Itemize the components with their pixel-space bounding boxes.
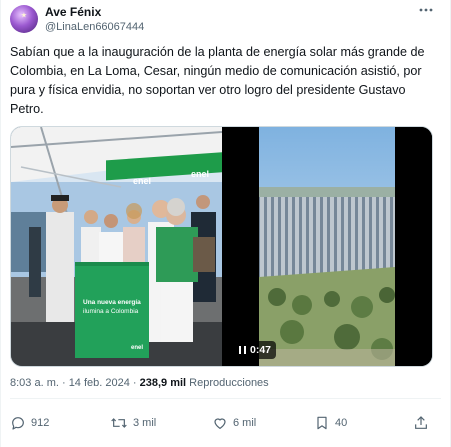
divider xyxy=(10,398,441,399)
solar-farm-video[interactable]: 0:47 xyxy=(222,127,432,366)
views-count: 238,9 mil xyxy=(139,377,187,389)
media-grid[interactable]: enel enel Una nueva energía ilumina a Co… xyxy=(10,126,433,367)
more-options-icon[interactable] xyxy=(418,2,434,18)
retweet-count: 3 mil xyxy=(133,417,157,429)
sign-brand: enel xyxy=(131,345,143,351)
reply-button[interactable]: 912 xyxy=(10,412,49,434)
video-thumbnail[interactable] xyxy=(222,127,432,366)
views-label: Reproducciones xyxy=(186,377,269,389)
author-name[interactable]: Ave Fénix xyxy=(45,5,101,19)
like-button[interactable]: 6 mil xyxy=(212,412,256,434)
bookmark-icon xyxy=(317,416,327,430)
banner-brand-text: enel xyxy=(133,176,151,186)
retweet-button[interactable]: 3 mil xyxy=(110,412,156,434)
banner-brand-text-2: enel xyxy=(191,169,209,179)
frame-border-left xyxy=(0,0,1,447)
heart-icon xyxy=(214,418,226,429)
tweet-timestamp[interactable]: 8:03 a. m. · 14 feb. 2024 · xyxy=(10,377,140,389)
share-button[interactable] xyxy=(413,412,429,434)
action-bar: 912 3 mil 6 mil 40 xyxy=(0,412,451,434)
bookmark-count: 40 xyxy=(335,417,348,429)
tweet-meta: 8:03 a. m. · 14 feb. 2024 · 238,9 mil Re… xyxy=(10,377,269,389)
avatar-emblem: ★ xyxy=(21,12,27,19)
video-duration: 0:47 xyxy=(250,344,272,356)
video-duration-badge[interactable]: 0:47 xyxy=(234,341,277,359)
inauguration-photo[interactable]: enel enel Una nueva energía ilumina a Co… xyxy=(11,127,222,366)
avatar[interactable]: ★ xyxy=(10,5,38,33)
author-handle[interactable]: @LinaLen66067444 xyxy=(45,21,144,33)
reply-count: 912 xyxy=(31,417,50,429)
retweet-icon xyxy=(111,418,127,428)
pause-icon xyxy=(239,346,246,354)
like-count: 6 mil xyxy=(233,417,257,429)
bookmark-button[interactable]: 40 xyxy=(314,412,347,434)
reply-icon xyxy=(12,417,24,430)
share-icon xyxy=(415,416,427,429)
tweet-text: Sabían que a la inauguración de la plant… xyxy=(10,45,425,116)
sign-line-2: ilumina a Colombia xyxy=(83,308,139,315)
sign-line-1: Una nueva energía xyxy=(83,299,141,306)
